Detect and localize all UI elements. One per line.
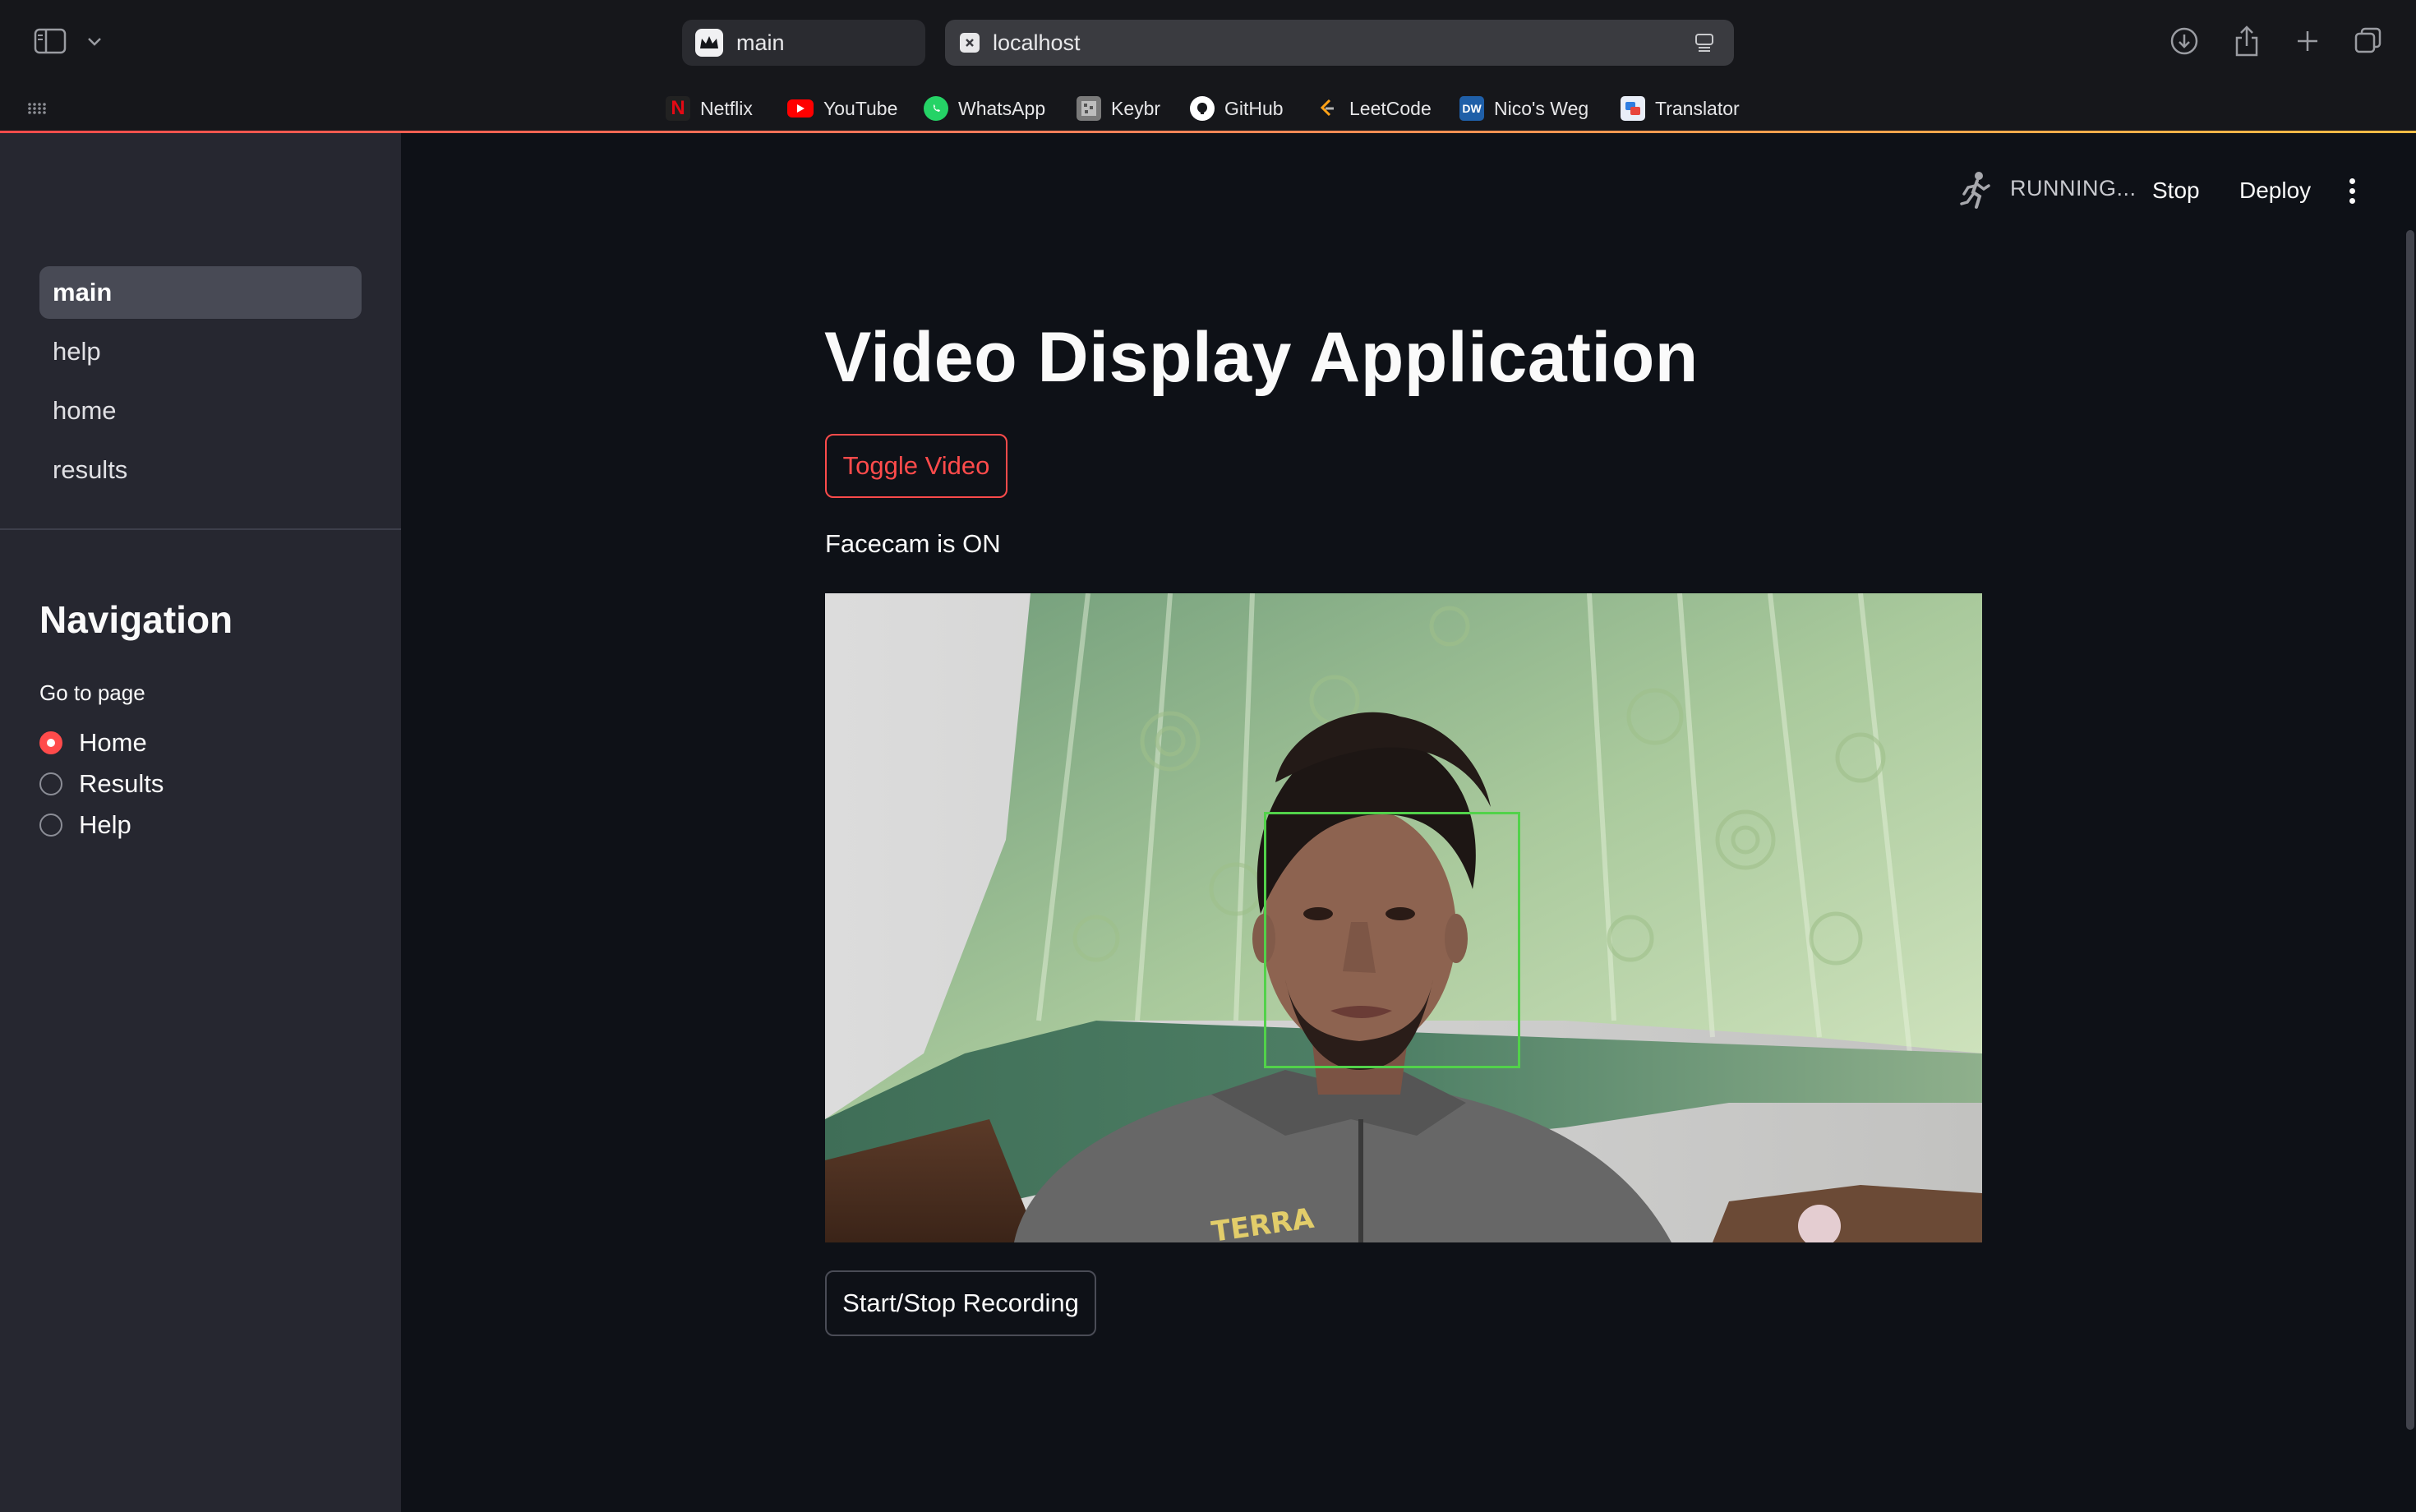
bookmark-keybr[interactable]: Keybr — [1077, 90, 1160, 127]
scrollbar[interactable] — [2406, 230, 2414, 1430]
start-stop-recording-button[interactable]: Start/Stop Recording — [825, 1270, 1096, 1336]
tab-label: main — [736, 30, 785, 55]
bookmark-translator[interactable]: Translator — [1621, 90, 1740, 127]
tab-overview-icon[interactable] — [2352, 25, 2385, 58]
sidebar: main help home results Navigation Go to … — [0, 133, 401, 1512]
sidebar-item-main[interactable]: main — [39, 266, 362, 319]
tab-label: localhost — [993, 30, 1081, 55]
tab-main[interactable]: main — [682, 20, 925, 66]
nicos-weg-icon: DW — [1459, 96, 1484, 121]
translator-icon — [1621, 96, 1645, 121]
toggle-video-button[interactable]: Toggle Video — [825, 434, 1007, 498]
reader-icon[interactable] — [1691, 30, 1717, 56]
navigation-heading: Navigation — [39, 598, 233, 641]
whatsapp-icon — [924, 96, 948, 121]
close-icon[interactable] — [960, 33, 980, 53]
page-title: Video Display Application — [824, 318, 1699, 397]
bookmark-nicos-weg[interactable]: DW Nico's Weg — [1459, 90, 1588, 127]
running-status: RUNNING... — [2010, 176, 2137, 201]
radio-group-label: Go to page — [39, 680, 145, 705]
bookmark-github[interactable]: GitHub — [1190, 90, 1284, 127]
radio-home[interactable]: Home — [39, 725, 147, 761]
running-figure-icon — [1959, 171, 1995, 210]
radio-selected-icon — [39, 731, 62, 754]
keybr-icon — [1077, 96, 1101, 121]
apps-grid-icon[interactable] — [26, 99, 48, 118]
deploy-button[interactable]: Deploy — [2239, 169, 2311, 212]
chevron-down-icon[interactable] — [82, 30, 107, 54]
sidebar-item-help[interactable]: help — [39, 325, 362, 378]
radio-unselected-icon — [39, 814, 62, 837]
youtube-icon — [787, 99, 814, 118]
facecam-status-text: Facecam is ON — [825, 529, 1001, 558]
github-icon — [1190, 96, 1215, 121]
radio-unselected-icon — [39, 772, 62, 795]
sidebar-item-results[interactable]: results — [39, 444, 362, 496]
sidebar-toggle-icon[interactable] — [31, 25, 69, 58]
bookmark-netflix[interactable]: N Netflix — [666, 90, 753, 127]
video-feed: TERRA — [825, 593, 1982, 1242]
leetcode-icon — [1315, 96, 1339, 121]
radio-results[interactable]: Results — [39, 766, 164, 802]
radio-help[interactable]: Help — [39, 807, 131, 843]
download-icon[interactable] — [2168, 25, 2201, 58]
share-icon[interactable] — [2230, 23, 2263, 59]
stop-button[interactable]: Stop — [2152, 169, 2200, 212]
more-options-icon[interactable] — [2340, 169, 2363, 212]
face-detection-box — [1264, 812, 1520, 1068]
sidebar-divider — [0, 528, 401, 530]
streamlit-crown-icon — [695, 29, 723, 57]
tab-localhost[interactable]: localhost — [945, 20, 1734, 66]
bookmark-youtube[interactable]: YouTube — [787, 90, 897, 127]
new-tab-icon[interactable] — [2291, 25, 2324, 58]
browser-chrome: main localhost N Netflix YouTube WhatsAp… — [0, 0, 2416, 133]
bookmark-leetcode[interactable]: LeetCode — [1315, 90, 1432, 127]
netflix-icon: N — [666, 96, 690, 121]
tab-bar: main localhost — [0, 0, 2416, 85]
bookmark-whatsapp[interactable]: WhatsApp — [924, 90, 1045, 127]
sidebar-item-home[interactable]: home — [39, 385, 362, 437]
